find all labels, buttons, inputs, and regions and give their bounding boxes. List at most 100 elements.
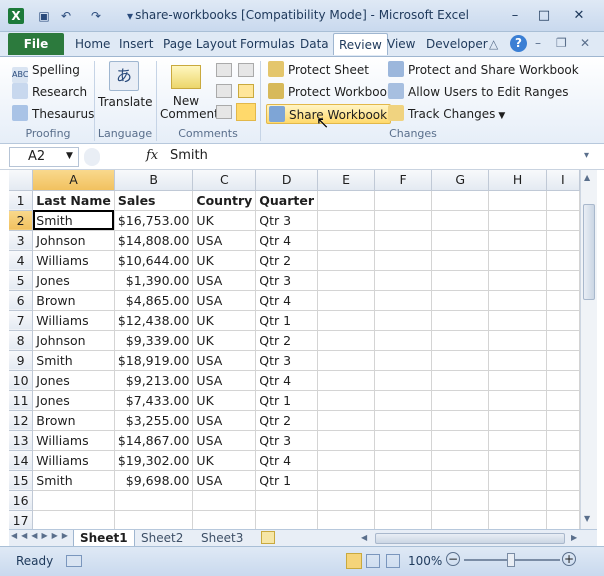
expand-formula-bar-icon[interactable]: ▾	[584, 150, 589, 161]
cell[interactable]: UK	[192, 450, 257, 471]
cell[interactable]	[317, 310, 376, 331]
cell[interactable]	[431, 410, 490, 431]
cell[interactable]: Williams	[32, 450, 115, 471]
cell[interactable]: $4,865.00	[114, 290, 194, 311]
cell[interactable]: UK	[192, 330, 257, 351]
cell[interactable]: Qtr 3	[255, 210, 319, 231]
cell[interactable]	[431, 290, 490, 311]
column-header[interactable]: E	[317, 170, 376, 191]
cell[interactable]	[546, 250, 580, 271]
cell[interactable]: UK	[192, 310, 257, 331]
close-icon[interactable]: ✕	[570, 7, 588, 25]
cell[interactable]: USA	[192, 230, 257, 251]
help-icon[interactable]: ?	[510, 35, 527, 52]
row-header[interactable]: 6	[9, 290, 34, 311]
cell[interactable]	[488, 230, 547, 251]
cell[interactable]: Qtr 1	[255, 470, 319, 491]
show-comment-icon[interactable]	[238, 84, 254, 98]
cell[interactable]: Qtr 2	[255, 410, 319, 431]
cell[interactable]	[431, 230, 490, 251]
cell[interactable]: USA	[192, 350, 257, 371]
cell[interactable]	[488, 470, 547, 491]
minimize-ribbon-icon[interactable]: △	[489, 37, 498, 51]
tab-home[interactable]: Home	[70, 33, 115, 55]
column-header[interactable]: C	[192, 170, 257, 191]
cell[interactable]: Qtr 4	[255, 290, 319, 311]
cell[interactable]	[546, 430, 580, 451]
cell[interactable]	[317, 190, 376, 211]
cell[interactable]: Qtr 2	[255, 250, 319, 271]
cell[interactable]	[488, 410, 547, 431]
tab-developer[interactable]: Developer	[421, 33, 493, 55]
cell[interactable]	[317, 330, 376, 351]
row-header[interactable]: 4	[9, 250, 34, 271]
cell[interactable]	[546, 390, 580, 411]
show-all-comments-icon[interactable]	[236, 103, 256, 121]
cell[interactable]	[431, 270, 490, 291]
cell[interactable]	[488, 310, 547, 331]
cell[interactable]	[488, 250, 547, 271]
workbook-close-icon[interactable]: ✕	[580, 36, 590, 50]
cell[interactable]: UK	[192, 210, 257, 231]
cell[interactable]: Jones	[32, 390, 115, 411]
column-header[interactable]: A	[32, 170, 115, 191]
cell[interactable]: USA	[192, 290, 257, 311]
row-header[interactable]: 9	[9, 350, 34, 371]
cell[interactable]: $19,302.00	[114, 450, 194, 471]
formula-input[interactable]: Smith	[166, 147, 580, 167]
cell[interactable]	[488, 490, 547, 511]
delete-comment-icon[interactable]	[216, 63, 232, 77]
cell[interactable]: Williams	[32, 310, 115, 331]
cell[interactable]	[317, 230, 376, 251]
cell[interactable]	[546, 350, 580, 371]
translate-button[interactable]: あ Translate	[98, 61, 153, 123]
cell[interactable]: Qtr 3	[255, 270, 319, 291]
row-header[interactable]: 7	[9, 310, 34, 331]
row-header[interactable]: 14	[9, 450, 34, 471]
cell[interactable]	[546, 290, 580, 311]
cell[interactable]	[317, 490, 376, 511]
cell[interactable]	[546, 210, 580, 231]
cell[interactable]	[431, 490, 490, 511]
cell[interactable]	[431, 310, 490, 331]
cell[interactable]: Qtr 4	[255, 370, 319, 391]
cell[interactable]: Qtr 2	[255, 330, 319, 351]
cell[interactable]	[317, 210, 376, 231]
cell[interactable]: USA	[192, 430, 257, 451]
row-header[interactable]: 17	[9, 510, 34, 529]
track-changes-button[interactable]: Track Changes ▼	[388, 104, 505, 124]
column-header[interactable]: G	[431, 170, 490, 191]
cell[interactable]: $16,753.00	[114, 210, 194, 231]
cell[interactable]: $14,867.00	[114, 430, 194, 451]
cell[interactable]: USA	[192, 410, 257, 431]
row-header[interactable]: 5	[9, 270, 34, 291]
row-header[interactable]: 8	[9, 330, 34, 351]
cell[interactable]	[488, 370, 547, 391]
cell[interactable]	[546, 230, 580, 251]
sheet-tab-sheet2[interactable]: Sheet2	[135, 530, 189, 547]
cell[interactable]	[374, 350, 433, 371]
cell[interactable]: $1,390.00	[114, 270, 194, 291]
cell[interactable]	[192, 490, 257, 511]
cell[interactable]	[374, 390, 433, 411]
tab-view[interactable]: View	[382, 33, 420, 55]
spelling-button[interactable]: ABC Spelling	[12, 60, 80, 83]
zoom-in-icon[interactable]: +	[562, 552, 576, 566]
normal-view-icon[interactable]	[346, 553, 362, 569]
tab-insert[interactable]: Insert	[114, 33, 158, 55]
cell[interactable]: Jones	[32, 270, 115, 291]
cell[interactable]: UK	[192, 250, 257, 271]
scroll-down-icon[interactable]: ▼	[584, 514, 590, 523]
cell[interactable]	[374, 230, 433, 251]
cell[interactable]	[255, 510, 319, 529]
cell[interactable]	[317, 350, 376, 371]
tab-file[interactable]: File	[8, 33, 64, 55]
cell[interactable]	[317, 290, 376, 311]
cell[interactable]: Qtr 4	[255, 450, 319, 471]
cell[interactable]	[546, 470, 580, 491]
cell[interactable]	[317, 450, 376, 471]
cell[interactable]	[374, 450, 433, 471]
show-ink-icon[interactable]	[216, 105, 232, 119]
cell[interactable]	[374, 290, 433, 311]
vertical-scroll-thumb[interactable]	[583, 204, 595, 300]
